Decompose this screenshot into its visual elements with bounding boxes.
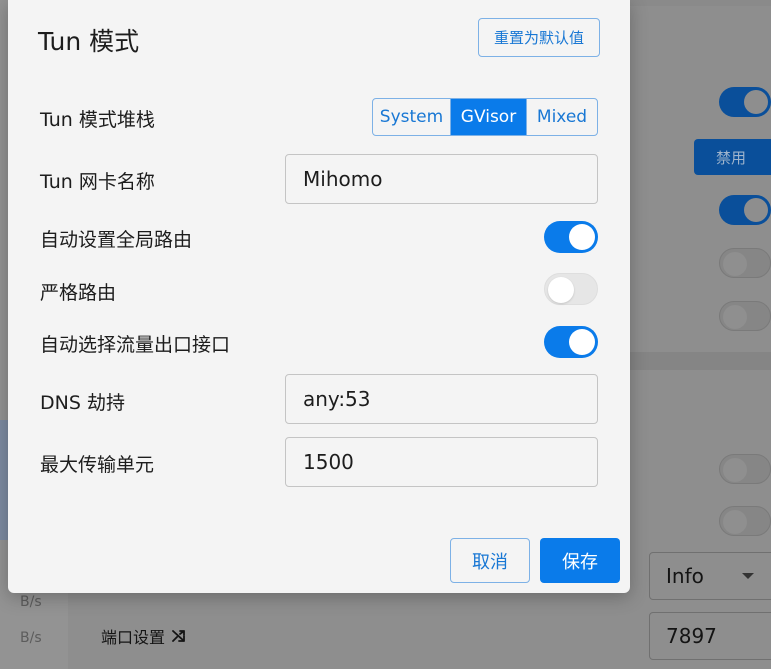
toggle-knob (723, 510, 747, 534)
device-name-label: Tun 网卡名称 (40, 171, 155, 193)
bg-toggle-5[interactable] (719, 454, 771, 484)
shuffle-icon[interactable] (171, 628, 187, 644)
toggle-knob (569, 224, 595, 250)
dialog-title: Tun 模式 (38, 27, 140, 56)
mtu-input[interactable]: 1500 (285, 437, 598, 487)
toggle-knob (744, 90, 768, 114)
dns-hijack-input[interactable]: any:53 (285, 374, 598, 424)
port-input[interactable]: 7897 (649, 612, 771, 660)
caret-down-icon (742, 573, 754, 579)
device-name-input[interactable]: Mihomo (285, 154, 598, 204)
stack-label: Tun 模式堆栈 (40, 109, 155, 131)
mtu-label: 最大传输单元 (40, 454, 155, 476)
log-level-select[interactable]: Info (649, 552, 771, 600)
auto-route-toggle[interactable] (544, 221, 598, 253)
toggle-knob (548, 277, 574, 303)
toggle-knob (723, 458, 747, 482)
auto-detect-interface-label: 自动选择流量出口接口 (40, 334, 231, 356)
sidebar-active-indicator (0, 420, 8, 540)
toggle-knob (744, 198, 768, 222)
auto-detect-interface-toggle[interactable] (544, 326, 598, 358)
toggle-knob (723, 252, 747, 276)
strict-route-label: 严格路由 (40, 282, 117, 304)
reset-default-button[interactable]: 重置为默认值 (478, 18, 600, 57)
stack-option-mixed[interactable]: Mixed (526, 99, 597, 135)
port-setting-text: 端口设置 (101, 628, 166, 647)
log-level-value: Info (666, 564, 704, 588)
tun-mode-dialog: Tun 模式 重置为默认值 Tun 模式堆栈 System GVisor Mix… (8, 0, 630, 593)
bg-toggle-1[interactable] (719, 87, 771, 117)
auto-route-label: 自动设置全局路由 (40, 229, 193, 251)
bg-toggle-2[interactable] (719, 195, 771, 225)
stack-option-system[interactable]: System (373, 99, 450, 135)
toggle-knob (723, 305, 747, 329)
cancel-button[interactable]: 取消 (450, 538, 530, 583)
bg-toggle-4[interactable] (719, 301, 771, 331)
bg-toggle-3[interactable] (719, 248, 771, 278)
upload-speed-unit: B/s (20, 594, 42, 610)
port-setting-label: 端口设置 (101, 624, 187, 648)
bg-toggle-6[interactable] (719, 506, 771, 536)
save-button[interactable]: 保存 (540, 538, 620, 583)
dns-hijack-label: DNS 劫持 (40, 392, 125, 414)
stack-option-gvisor[interactable]: GVisor (450, 99, 526, 135)
disable-button[interactable]: 禁用 (694, 139, 771, 175)
toggle-knob (569, 329, 595, 355)
stack-segmented-control: System GVisor Mixed (372, 98, 598, 136)
strict-route-toggle[interactable] (544, 273, 598, 305)
download-speed-unit: B/s (20, 630, 42, 646)
